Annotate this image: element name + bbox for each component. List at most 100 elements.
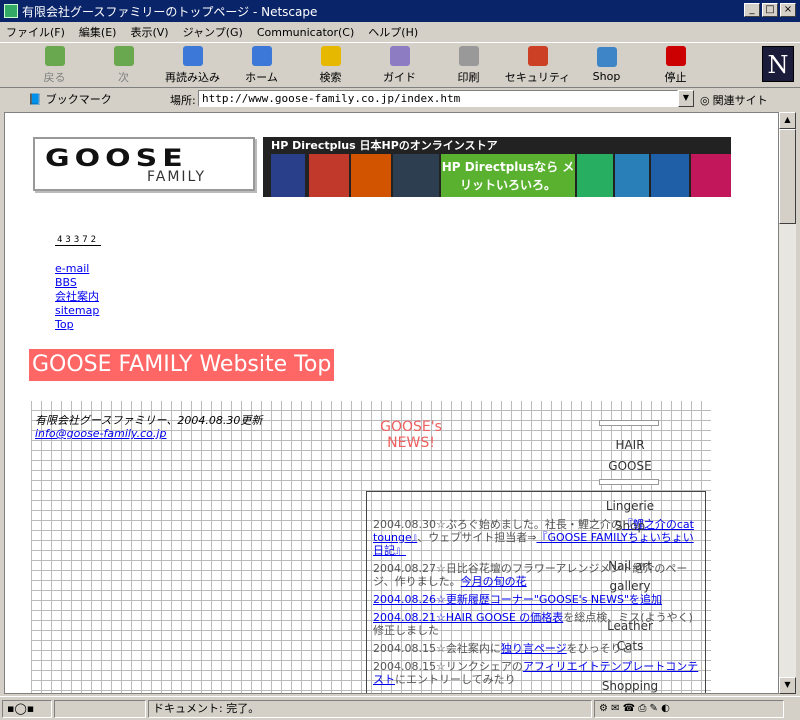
banner-title: HP Directplus 日本HPのオンラインストア — [271, 139, 498, 152]
nav-top-link[interactable]: Top — [55, 318, 99, 332]
home-icon — [251, 45, 272, 66]
guide-icon — [389, 45, 410, 66]
shop-goose-label[interactable]: GOOSE — [597, 459, 663, 473]
web-content: GOOSE FAMILY HP Directplus 日本HPのオンラインストア… — [4, 112, 779, 694]
toolbar-label: 再読み込み — [165, 70, 220, 84]
toolbar-label: 次 — [118, 70, 129, 84]
menu-view[interactable]: 表示(V) — [130, 24, 168, 40]
banner-slogan: HP Directplusなら メリットいろいろ。 — [441, 154, 575, 197]
news-item: 2004.08.26☆更新履歴コーナー"GOOSE's NEWS"を追加 — [373, 593, 699, 606]
lock-icon — [527, 45, 548, 66]
toolbar-button-8[interactable]: Shop — [572, 43, 641, 87]
toolbar-button-0[interactable]: 戻る — [20, 43, 89, 87]
news-text: にエントリーしてみたり — [395, 673, 516, 686]
related-label: 関連サイト — [712, 94, 768, 107]
forward-icon — [113, 45, 134, 66]
bookmarks-label: ブックマーク — [45, 93, 112, 106]
banner-product-6 — [615, 154, 649, 197]
reload-icon — [182, 45, 203, 66]
news-title: GOOSE's NEWS! — [373, 419, 449, 451]
menu-jump[interactable]: ジャンプ(G) — [183, 24, 243, 40]
minimize-button[interactable]: _ — [744, 3, 760, 17]
access-counter: 43372 — [55, 235, 102, 246]
connection-icon: ▪◯▪ — [2, 699, 52, 718]
title-bar: 有限会社グースファミリーのトップページ - Netscape _ □ × — [0, 0, 800, 22]
nav-bbs-link[interactable]: BBS — [55, 276, 99, 290]
shop-leather-label[interactable]: Leather — [597, 619, 663, 633]
banner-product-5 — [577, 154, 613, 197]
bookmarks-button[interactable]: 📘 ブックマーク — [28, 91, 112, 107]
shop-cats-label[interactable]: Cats — [597, 639, 663, 653]
print-icon — [458, 45, 479, 66]
toolbar-label: 停止 — [664, 70, 687, 84]
toolbar-button-9[interactable]: 停止 — [641, 43, 710, 87]
toolbar-button-4[interactable]: 検索 — [296, 43, 365, 87]
menu-edit[interactable]: 編集(E) — [79, 24, 117, 40]
toolbar-button-2[interactable]: 再読み込み — [158, 43, 227, 87]
toolbar-label: 検索 — [319, 70, 342, 84]
nav-email-link[interactable]: e-mail — [55, 262, 99, 276]
related-icon: ◎ — [700, 93, 710, 107]
news-link[interactable]: 独り言ページ — [501, 642, 567, 655]
netscape-app-icon — [4, 4, 18, 18]
shop-shopping-label[interactable]: Shopping — [597, 679, 663, 693]
toolbar-button-1[interactable]: 次 — [89, 43, 158, 87]
hp-banner-ad[interactable]: HP Directplus 日本HPのオンラインストア HP Directplu… — [263, 137, 731, 197]
news-text: 、ウェブサイト担当者⇒ — [417, 531, 537, 544]
banner-product-1 — [271, 154, 305, 197]
shop-nailart-label[interactable]: Nail art — [597, 559, 663, 573]
news-text: 2004.08.15☆会社案内に — [373, 642, 501, 655]
logo-subtext: FAMILY — [147, 169, 207, 185]
navigation-toolbar: 戻る 次 再読み込み ホーム 検索 ガイド 印刷 セキュリティ Shop 停止 — [0, 42, 800, 88]
shop-lingerie-label[interactable]: Lingerie — [597, 499, 663, 513]
toolbar-label: セキュリティ — [504, 70, 571, 84]
nav-sitemap-link[interactable]: sitemap — [55, 304, 99, 318]
window-title: 有限会社グースファミリーのトップページ - Netscape — [22, 4, 318, 19]
banner-product-7 — [651, 154, 689, 197]
maximize-button[interactable]: □ — [762, 3, 778, 17]
scroll-down-button[interactable]: ▼ — [779, 677, 796, 694]
news-text: 2004.08.30☆ぷろぐ始めました。社長・鯉之介の — [373, 518, 622, 531]
url-input[interactable]: http://www.goose-family.co.jp/index.htm — [198, 90, 678, 107]
toolbar-label: 戻る — [43, 70, 66, 84]
scroll-thumb[interactable] — [779, 129, 796, 224]
vertical-scrollbar[interactable]: ▲ ▼ — [779, 112, 796, 694]
netscape-logo[interactable]: N — [762, 46, 794, 82]
news-link[interactable]: 2004.08.26☆更新履歴コーナー"GOOSE's NEWS"を追加 — [373, 593, 662, 606]
shop-divider — [599, 420, 659, 426]
toolbar-button-5[interactable]: ガイド — [365, 43, 434, 87]
goose-family-logo[interactable]: GOOSE FAMILY — [33, 137, 255, 191]
back-icon — [44, 45, 65, 66]
window-controls: _ □ × — [744, 3, 796, 17]
news-link[interactable]: 今月の旬の花 — [461, 575, 527, 588]
search-icon — [320, 45, 341, 66]
menu-file[interactable]: ファイル(F) — [6, 24, 65, 40]
component-bar[interactable]: ⚙ ✉ ☎ ⎙ ✎ ◐ — [594, 699, 784, 718]
shop-hair-label[interactable]: HAIR — [597, 438, 663, 452]
update-note: 有限会社グースファミリー、2004.08.30更新 — [35, 414, 263, 427]
banner-product-4 — [393, 154, 439, 197]
menu-bar: ファイル(F) 編集(E) 表示(V) ジャンプ(G) Communicator… — [0, 22, 800, 42]
shop-divider — [599, 479, 659, 485]
shop-gallery-label[interactable]: gallery — [597, 579, 663, 593]
toolbar-button-7[interactable]: セキュリティ — [503, 43, 572, 87]
banner-product-8 — [691, 154, 731, 197]
toolbar-label: ホーム — [245, 70, 278, 84]
menu-communicator[interactable]: Communicator(C) — [257, 26, 354, 39]
scroll-up-button[interactable]: ▲ — [779, 112, 796, 129]
nav-company-link[interactable]: 会社案内 — [55, 290, 99, 304]
news-title-text: GOOSE's NEWS! — [380, 419, 442, 451]
close-button[interactable]: × — [780, 3, 796, 17]
toolbar-label: 印刷 — [457, 70, 480, 84]
news-text: 2004.08.15☆リンクシェアの — [373, 660, 523, 673]
toolbar-button-6[interactable]: 印刷 — [434, 43, 503, 87]
toolbar-button-3[interactable]: ホーム — [227, 43, 296, 87]
news-link[interactable]: 2004.08.21☆HAIR GOOSE の価格表 — [373, 611, 563, 624]
shop-icon — [596, 47, 617, 67]
shop-shop-label[interactable]: Shop — [597, 519, 663, 533]
related-sites-button[interactable]: ◎ 関連サイト — [700, 92, 768, 108]
toolbar-label: ガイド — [383, 70, 416, 84]
menu-help[interactable]: ヘルプ(H) — [368, 24, 418, 40]
contact-email-link[interactable]: info@goose-family.co.jp — [35, 427, 166, 440]
url-dropdown-button[interactable]: ▼ — [678, 90, 694, 107]
